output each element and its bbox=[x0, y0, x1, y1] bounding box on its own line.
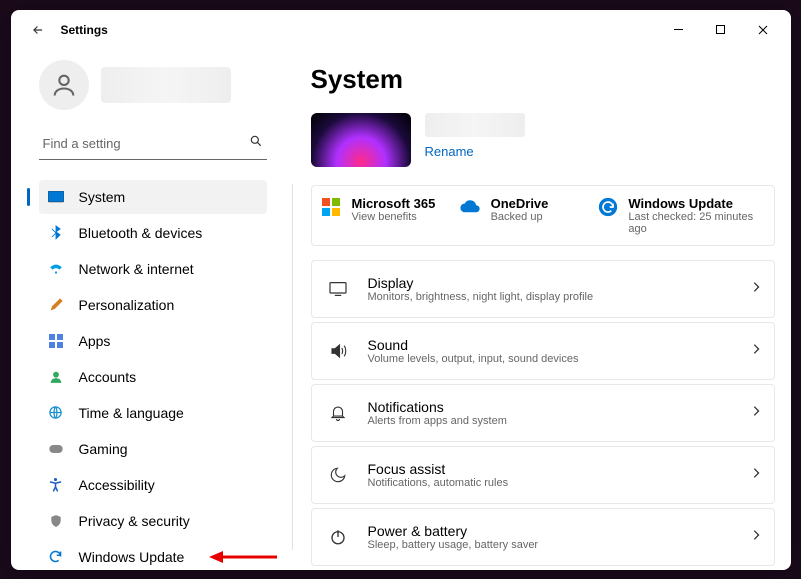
search-input[interactable] bbox=[43, 136, 249, 151]
ms365-icon bbox=[320, 196, 342, 218]
sidebar-item-system[interactable]: System bbox=[39, 180, 267, 214]
sidebar-item-apps[interactable]: Apps bbox=[39, 324, 267, 358]
sidebar-item-bluetooth[interactable]: Bluetooth & devices bbox=[39, 216, 267, 250]
maximize-button[interactable] bbox=[701, 15, 741, 45]
update-icon bbox=[47, 548, 65, 566]
chevron-right-icon bbox=[752, 466, 760, 484]
setting-sound[interactable]: Sound Volume levels, output, input, soun… bbox=[311, 322, 775, 380]
main-panel: System Rename Microsoft 365 View benefit… bbox=[283, 50, 791, 570]
chevron-right-icon bbox=[752, 404, 760, 422]
user-profile[interactable] bbox=[39, 60, 267, 110]
sidebar: System Bluetooth & devices Network & int… bbox=[11, 50, 283, 570]
back-button[interactable] bbox=[23, 15, 53, 45]
page-title: System bbox=[311, 64, 775, 95]
wifi-icon bbox=[47, 260, 65, 278]
window-controls bbox=[659, 15, 783, 45]
status-ms365[interactable]: Microsoft 365 View benefits bbox=[320, 196, 449, 235]
setting-title: Power & battery bbox=[368, 523, 539, 539]
window-title: Settings bbox=[61, 23, 108, 37]
close-button[interactable] bbox=[743, 15, 783, 45]
sidebar-item-label: Gaming bbox=[79, 441, 128, 457]
device-info: Rename bbox=[311, 113, 775, 167]
sidebar-item-accounts[interactable]: Accounts bbox=[39, 360, 267, 394]
globe-icon bbox=[47, 404, 65, 422]
sidebar-item-gaming[interactable]: Gaming bbox=[39, 432, 267, 466]
settings-window: Settings System bbox=[11, 10, 791, 570]
status-cards: Microsoft 365 View benefits OneDrive Bac… bbox=[311, 185, 775, 246]
accessibility-icon bbox=[47, 476, 65, 494]
sidebar-item-privacy[interactable]: Privacy & security bbox=[39, 504, 267, 538]
chevron-right-icon bbox=[752, 280, 760, 298]
shield-icon bbox=[47, 512, 65, 530]
setting-display[interactable]: Display Monitors, brightness, night ligh… bbox=[311, 260, 775, 318]
sidebar-item-time-language[interactable]: Time & language bbox=[39, 396, 267, 430]
sidebar-item-label: Bluetooth & devices bbox=[79, 225, 203, 241]
setting-title: Notifications bbox=[368, 399, 507, 415]
sidebar-item-label: Apps bbox=[79, 333, 111, 349]
bell-icon bbox=[326, 403, 350, 423]
brush-icon bbox=[47, 296, 65, 314]
apps-icon bbox=[47, 332, 65, 350]
gaming-icon bbox=[47, 440, 65, 458]
titlebar: Settings bbox=[11, 10, 791, 50]
nav-list: System Bluetooth & devices Network & int… bbox=[39, 180, 267, 570]
setting-sub: Volume levels, output, input, sound devi… bbox=[368, 353, 579, 365]
sidebar-item-label: Privacy & security bbox=[79, 513, 190, 529]
setting-title: Display bbox=[368, 275, 594, 291]
user-name-placeholder bbox=[101, 67, 231, 103]
sidebar-item-label: Time & language bbox=[79, 405, 184, 421]
setting-sub: Alerts from apps and system bbox=[368, 415, 507, 427]
display-icon bbox=[326, 281, 350, 297]
setting-sub: Monitors, brightness, night light, displ… bbox=[368, 291, 594, 303]
sidebar-item-windows-update[interactable]: Windows Update bbox=[39, 540, 267, 570]
sidebar-item-label: System bbox=[79, 189, 126, 205]
power-icon bbox=[326, 528, 350, 546]
sidebar-item-accessibility[interactable]: Accessibility bbox=[39, 468, 267, 502]
rename-link[interactable]: Rename bbox=[425, 144, 474, 159]
status-title: Windows Update bbox=[628, 196, 765, 211]
sidebar-item-label: Accounts bbox=[79, 369, 137, 385]
sound-icon bbox=[326, 342, 350, 360]
search-box[interactable] bbox=[39, 128, 267, 160]
setting-notifications[interactable]: Notifications Alerts from apps and syste… bbox=[311, 384, 775, 442]
setting-sub: Sleep, battery usage, battery saver bbox=[368, 539, 539, 551]
content-area: System Bluetooth & devices Network & int… bbox=[11, 50, 791, 570]
sidebar-item-label: Accessibility bbox=[79, 477, 155, 493]
account-icon bbox=[47, 368, 65, 386]
search-icon bbox=[249, 134, 263, 153]
sidebar-item-network[interactable]: Network & internet bbox=[39, 252, 267, 286]
device-details: Rename bbox=[425, 113, 525, 161]
sidebar-item-personalization[interactable]: Personalization bbox=[39, 288, 267, 322]
device-wallpaper bbox=[311, 113, 411, 167]
status-title: OneDrive bbox=[491, 196, 549, 211]
bluetooth-icon bbox=[47, 224, 65, 242]
chevron-right-icon bbox=[752, 342, 760, 360]
moon-icon bbox=[326, 466, 350, 484]
setting-focus-assist[interactable]: Focus assist Notifications, automatic ru… bbox=[311, 446, 775, 504]
status-sub: Backed up bbox=[491, 211, 549, 223]
avatar bbox=[39, 60, 89, 110]
sidebar-item-label: Windows Update bbox=[79, 549, 185, 565]
setting-title: Sound bbox=[368, 337, 579, 353]
update-status-icon bbox=[598, 196, 619, 218]
setting-power-battery[interactable]: Power & battery Sleep, battery usage, ba… bbox=[311, 508, 775, 566]
chevron-right-icon bbox=[752, 528, 760, 546]
onedrive-icon bbox=[459, 196, 481, 218]
status-windows-update[interactable]: Windows Update Last checked: 25 minutes … bbox=[598, 196, 766, 235]
minimize-button[interactable] bbox=[659, 15, 699, 45]
status-sub: Last checked: 25 minutes ago bbox=[628, 211, 765, 235]
sidebar-item-label: Personalization bbox=[79, 297, 175, 313]
status-onedrive[interactable]: OneDrive Backed up bbox=[459, 196, 588, 235]
setting-title: Focus assist bbox=[368, 461, 509, 477]
setting-sub: Notifications, automatic rules bbox=[368, 477, 509, 489]
sidebar-item-label: Network & internet bbox=[79, 261, 194, 277]
status-title: Microsoft 365 bbox=[352, 196, 436, 211]
device-name-placeholder bbox=[425, 113, 525, 137]
system-icon bbox=[47, 188, 65, 206]
status-sub: View benefits bbox=[352, 211, 436, 223]
